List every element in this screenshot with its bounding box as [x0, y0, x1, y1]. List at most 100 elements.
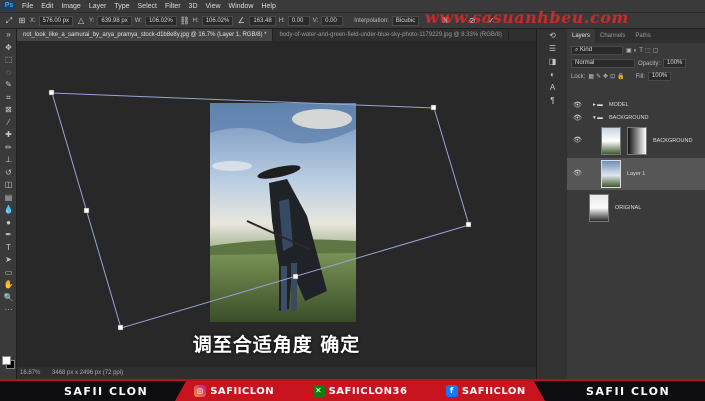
layer-name: MODEL [609, 102, 629, 108]
instagram-handle[interactable]: ◎ SAFIICLON [194, 385, 274, 397]
layer-name: BACKGROUND [653, 138, 693, 144]
v-skew-label: V: [312, 17, 319, 24]
libraries-panel-icon[interactable]: ◨ [537, 55, 568, 68]
menu-window[interactable]: Window [225, 3, 258, 10]
transform-tool-icon[interactable]: ⤢ [4, 16, 14, 26]
eyedropper-tool-icon[interactable]: ⁄ [0, 117, 17, 130]
layer-row-model[interactable]: 👁 ▸ ▬ MODEL [567, 99, 705, 112]
canvas-svg [48, 89, 472, 331]
menu-file[interactable]: File [18, 3, 37, 10]
opacity-field[interactable]: 100% [663, 59, 687, 68]
blend-mode-select[interactable]: Normal [571, 59, 635, 68]
foreground-color-swatch[interactable] [2, 356, 11, 365]
menu-view[interactable]: View [202, 3, 225, 10]
width-label: W: [134, 17, 142, 24]
y-position-field[interactable]: 639.98 px [97, 15, 132, 26]
hand-tool-icon[interactable]: ✋ [0, 279, 17, 292]
layer-thumbnail [589, 194, 609, 222]
banner-right-name: SAFII CLON [586, 385, 671, 398]
path-select-icon[interactable]: ➤ [0, 254, 17, 267]
width-field[interactable]: 106.02% [144, 15, 177, 26]
delta-icon[interactable]: △ [76, 16, 86, 26]
instagram-text: SAFIICLON [210, 385, 275, 397]
layer-row-background-group[interactable]: 👁 ▾ ▬ BACKGROUND [567, 112, 705, 125]
rotation-angle-field[interactable]: 163.48 [249, 15, 276, 26]
layer-row-original[interactable]: ORIGINAL [567, 192, 705, 224]
transform-handle-top-left [48, 89, 55, 96]
character-panel-icon[interactable]: A [537, 81, 568, 94]
visibility-eye-icon[interactable]: 👁 [573, 158, 582, 190]
quick-select-tool-icon[interactable]: ✎ [0, 79, 17, 92]
reference-point-icon[interactable]: ⊞ [17, 16, 27, 26]
paragraph-panel-icon[interactable]: ¶ [537, 94, 568, 107]
frame-tool-icon[interactable]: ⊠ [0, 104, 17, 117]
xbox-handle[interactable]: ✕ SAFIICLON36 [312, 385, 408, 397]
more-tools-icon[interactable]: ··· [0, 304, 17, 317]
layer-name: ORIGINAL [615, 205, 642, 211]
visibility-eye-icon[interactable]: 👁 [573, 112, 582, 125]
history-panel-icon[interactable]: ⟲ [537, 29, 568, 42]
move-tool-icon[interactable]: ✥ [0, 42, 17, 55]
gradient-tool-icon[interactable]: ▤ [0, 192, 17, 205]
tab-channels[interactable]: Channels [595, 29, 630, 43]
healing-brush-icon[interactable]: ✚ [0, 129, 17, 142]
properties-panel-icon[interactable]: ☰ [537, 42, 568, 55]
collapse-icon[interactable]: » [0, 29, 17, 42]
panel-tabs: Layers Channels Paths [567, 29, 705, 43]
type-tool-icon[interactable]: T [0, 242, 17, 255]
visibility-eye-icon[interactable]: 👁 [573, 125, 582, 157]
blur-tool-icon[interactable]: 💧 [0, 204, 17, 217]
layer-row-background[interactable]: 👁 BACKGROUND [567, 125, 705, 157]
video-subtitle: 调至合适角度 确定 [192, 334, 361, 356]
brush-tool-icon[interactable]: ✏ [0, 142, 17, 155]
adjustments-panel-icon[interactable]: ◐ [537, 68, 568, 81]
v-skew-field[interactable]: 0.00 [321, 15, 344, 26]
menu-layer[interactable]: Layer [85, 3, 111, 10]
pen-tool-icon[interactable]: ✒ [0, 229, 17, 242]
dodge-tool-icon[interactable]: ● [0, 217, 17, 230]
history-brush-icon[interactable]: ↺ [0, 167, 17, 180]
zoom-level[interactable]: 16.67% [20, 370, 40, 376]
h-skew-label: H: [278, 17, 285, 24]
filter-icons[interactable]: ▣◐T⬚▢ [626, 47, 660, 54]
document-tabs: not_look_like_a_samurai_by_arya_pramya_s… [17, 29, 536, 41]
layer-kind-filter[interactable]: ⌕ Kind [571, 46, 623, 55]
x-position-field[interactable]: 576.00 px [38, 15, 74, 26]
tab-field-document[interactable]: body-of-water-and-green-field-under-blue… [273, 29, 509, 41]
tab-paths[interactable]: Paths [630, 29, 655, 43]
tab-layers[interactable]: Layers [567, 29, 596, 43]
folder-icon: ▾ ▬ [593, 115, 603, 121]
status-bar: 16.67% 3468 px x 2496 px (72 ppi) [17, 367, 536, 379]
menu-3d[interactable]: 3D [185, 3, 202, 10]
layer-mask-thumbnail [627, 127, 647, 155]
menu-image[interactable]: Image [57, 3, 84, 10]
facebook-handle[interactable]: f SAFIICLON [445, 385, 526, 397]
lasso-tool-icon[interactable]: ◌ [0, 67, 17, 80]
xbox-text: SAFIICLON36 [328, 385, 408, 397]
photoshop-logo: Ps [2, 1, 16, 11]
h-skew-field[interactable]: 0.00 [287, 15, 310, 26]
zoom-tool-icon[interactable]: 🔍 [0, 292, 17, 305]
shape-tool-icon[interactable]: ▭ [0, 267, 17, 280]
clone-stamp-icon[interactable]: ⊥ [0, 154, 17, 167]
fill-field[interactable]: 100% [647, 72, 672, 81]
marquee-tool-icon[interactable]: ⬚ [0, 54, 17, 67]
interpolation-select[interactable]: Bicubic [391, 15, 420, 26]
lock-icons[interactable]: ▦✎✥⊡🔒 [588, 73, 626, 80]
tab-samurai-document[interactable]: not_look_like_a_samurai_by_arya_pramya_s… [17, 29, 274, 41]
height-field[interactable]: 106.02% [201, 15, 234, 26]
eraser-tool-icon[interactable]: ◫ [0, 179, 17, 192]
menu-select[interactable]: Select [134, 3, 161, 10]
crop-tool-icon[interactable]: ⌗ [0, 92, 17, 105]
menu-help[interactable]: Help [257, 3, 279, 10]
menu-edit[interactable]: Edit [37, 3, 57, 10]
lock-label: Lock: [571, 73, 586, 80]
menu-filter[interactable]: Filter [161, 3, 185, 10]
visibility-eye-icon[interactable]: 👁 [573, 99, 582, 112]
layer-row-layer-1[interactable]: 👁 Layer 1 [567, 158, 705, 190]
link-icon[interactable]: ⛓ [180, 16, 190, 26]
angle-icon: ∠ [237, 15, 245, 25]
fill-label: Fill: [635, 73, 645, 80]
menu-type[interactable]: Type [110, 3, 133, 10]
canvas-area[interactable]: 调至合适角度 确定 [17, 41, 536, 367]
